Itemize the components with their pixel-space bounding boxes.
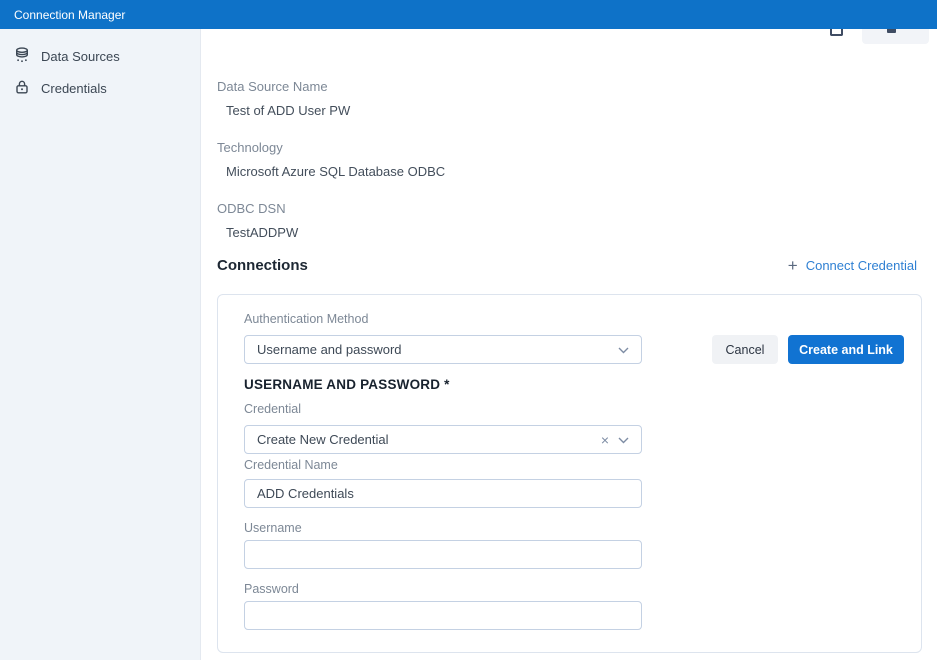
sidebar: Data Sources Credentials (0, 29, 201, 660)
connection-manager-window: Connection Manager Data Sources (0, 0, 937, 660)
password-input[interactable] (244, 601, 642, 630)
credential-label: Credential (244, 402, 301, 416)
field-value: Microsoft Azure SQL Database ODBC (226, 164, 445, 179)
field-label: Data Source Name (217, 79, 350, 94)
credential-select[interactable]: Create New Credential × (244, 425, 642, 454)
username-password-section-heading: USERNAME AND PASSWORD * (244, 377, 450, 392)
field-odbc-dsn: ODBC DSN TestADDPW (217, 201, 298, 240)
app-header: Connection Manager (0, 0, 937, 29)
sidebar-item-credentials[interactable]: Credentials (0, 72, 200, 104)
database-icon (14, 47, 30, 66)
username-label: Username (244, 521, 302, 535)
credential-value: Create New Credential (257, 432, 601, 447)
cancel-button[interactable]: Cancel (712, 335, 778, 364)
clipped-toolbar-button[interactable] (862, 29, 929, 44)
sidebar-item-data-sources[interactable]: Data Sources (0, 40, 200, 72)
connect-credential-link[interactable]: + Connect Credential (788, 257, 917, 274)
credential-name-input[interactable] (244, 479, 642, 508)
field-value: TestADDPW (226, 225, 298, 240)
auth-method-value: Username and password (257, 342, 618, 357)
field-label: Technology (217, 140, 445, 155)
connections-header-row: Connections + Connect Credential (217, 257, 917, 274)
username-input[interactable] (244, 540, 642, 569)
password-label: Password (244, 582, 299, 596)
chevron-down-icon (618, 432, 629, 447)
app-title: Connection Manager (14, 8, 125, 22)
create-and-link-button[interactable]: Create and Link (788, 335, 904, 364)
connect-credential-label: Connect Credential (806, 258, 917, 273)
auth-method-select[interactable]: Username and password (244, 335, 642, 364)
clipped-toolbar-button-icon (887, 29, 896, 33)
clear-icon[interactable]: × (601, 433, 609, 447)
main-content: Data Source Name Test of ADD User PW Tec… (201, 29, 937, 660)
connections-heading: Connections (217, 257, 308, 274)
plus-icon: + (788, 257, 798, 274)
lock-icon (14, 79, 30, 98)
sidebar-item-label: Data Sources (41, 49, 120, 64)
field-label: ODBC DSN (217, 201, 298, 216)
credential-name-label: Credential Name (244, 458, 338, 472)
clipped-toolbar-icon[interactable] (830, 29, 843, 36)
field-data-source-name: Data Source Name Test of ADD User PW (217, 79, 350, 118)
connect-credential-panel: Authentication Method Username and passw… (217, 294, 922, 653)
auth-method-label: Authentication Method (244, 312, 368, 326)
chevron-down-icon (618, 342, 629, 357)
sidebar-item-label: Credentials (41, 81, 107, 96)
field-technology: Technology Microsoft Azure SQL Database … (217, 140, 445, 179)
field-value: Test of ADD User PW (226, 103, 350, 118)
